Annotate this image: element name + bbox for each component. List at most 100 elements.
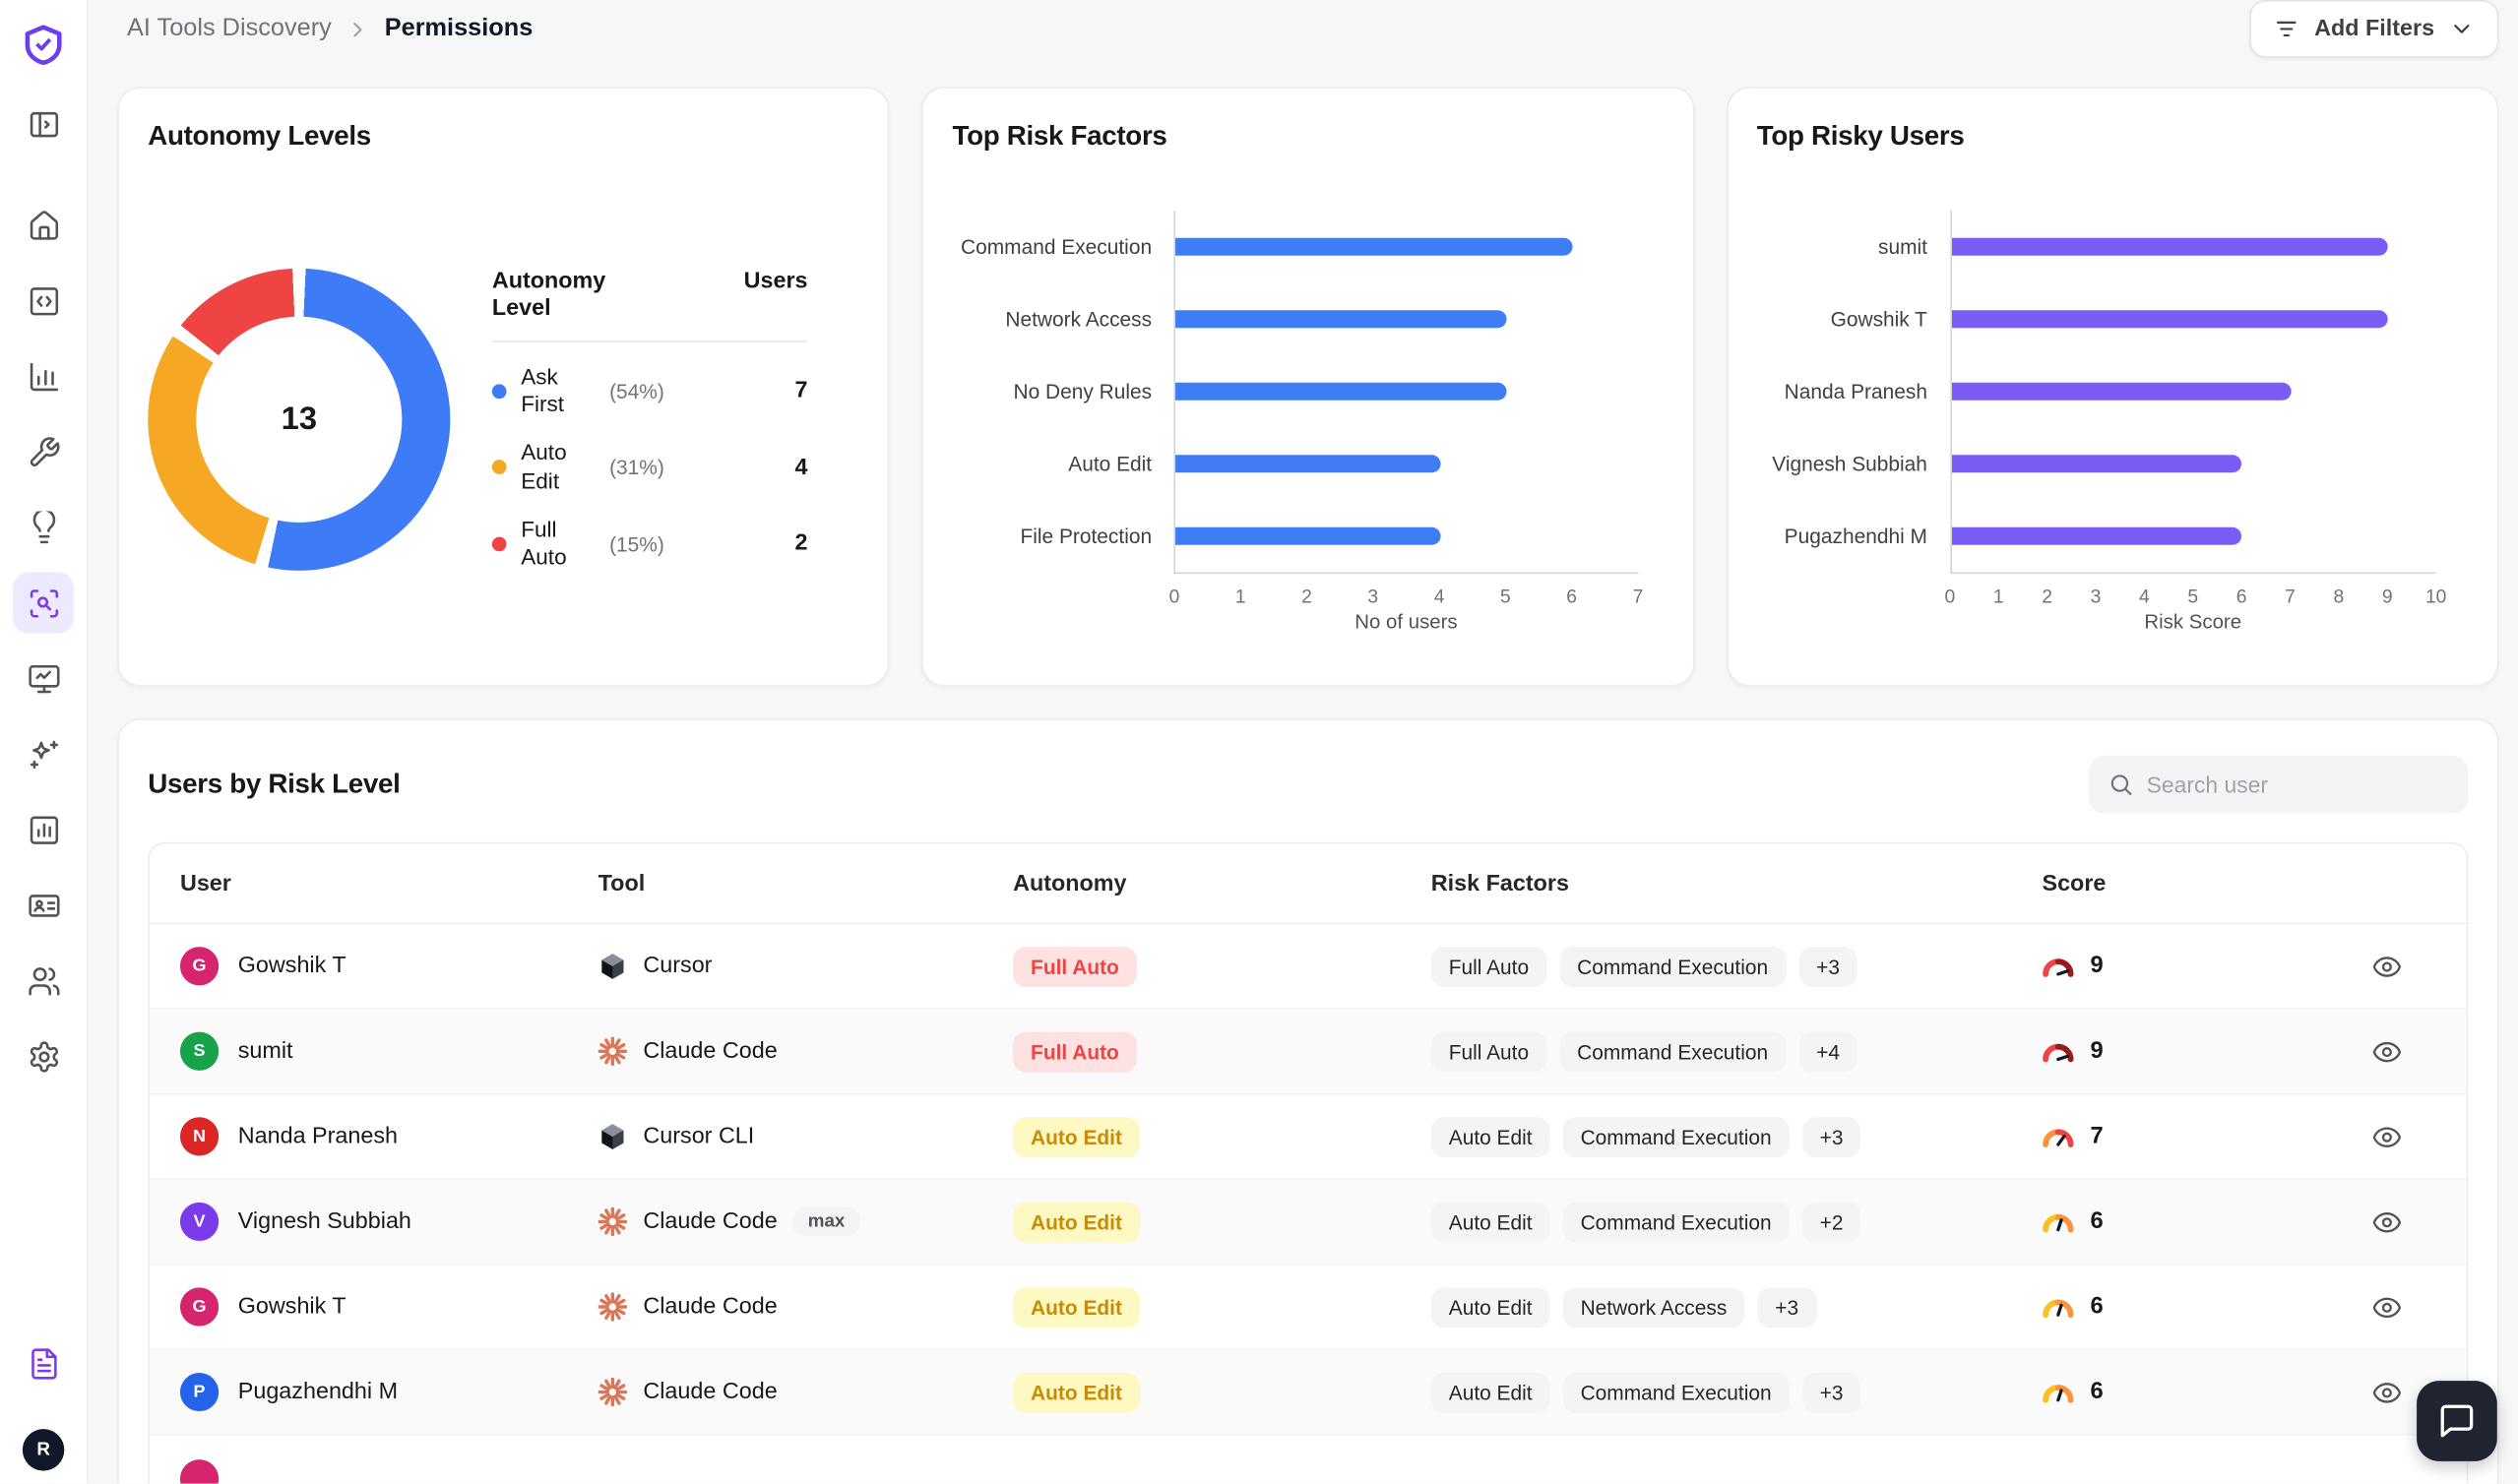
risk-factor-chip: +3 bbox=[1802, 1372, 1861, 1412]
sidebar-item-lightbulb[interactable] bbox=[13, 497, 74, 558]
top-risky-users-card: Top Risky Users sumitGowshik TNanda Pran… bbox=[1727, 87, 2499, 686]
view-details-button[interactable] bbox=[2371, 1036, 2402, 1067]
risk-factor-chip: +3 bbox=[1798, 946, 1857, 986]
legend-dot bbox=[492, 460, 507, 474]
table-card-header: Users by Risk Level bbox=[148, 746, 2468, 817]
donut-hole: 13 bbox=[196, 317, 402, 523]
bar-category-label: Nanda Pranesh bbox=[1757, 355, 1950, 428]
sidebar-item-document[interactable] bbox=[13, 1337, 74, 1398]
claude-icon bbox=[598, 1292, 627, 1321]
x-axis-label: No of users bbox=[1174, 607, 1638, 633]
code-icon bbox=[27, 283, 60, 317]
cursor-icon bbox=[598, 1122, 627, 1150]
column-header-risk-factors: Risk Factors bbox=[1431, 871, 2043, 897]
x-tick-label: 8 bbox=[2334, 586, 2345, 608]
sidebar-item-tools[interactable] bbox=[13, 421, 74, 482]
sidebar-item-settings[interactable] bbox=[13, 1025, 74, 1086]
column-header-score: Score bbox=[2042, 871, 2466, 897]
x-axis-ticks: 012345678910 bbox=[1950, 574, 2436, 607]
risk-factor-chip: Full Auto bbox=[1431, 1031, 1546, 1072]
table-row[interactable]: P Pugazhendhi M Claude Code Auto Edit Au… bbox=[150, 1350, 2467, 1436]
risk-factor-chip: +3 bbox=[1757, 1287, 1816, 1328]
x-tick-label: 9 bbox=[2382, 586, 2393, 608]
sidebar-item-scan-search[interactable] bbox=[13, 573, 74, 634]
search-user-input[interactable] bbox=[2147, 772, 2449, 797]
top-risk-factors-card: Top Risk Factors Command ExecutionNetwor… bbox=[922, 87, 1695, 686]
claude-icon bbox=[598, 1037, 627, 1066]
risk-factor-chip: Command Execution bbox=[1559, 1031, 1786, 1072]
legend-header: Autonomy LevelUsers bbox=[492, 269, 808, 342]
view-details-button[interactable] bbox=[2371, 1377, 2402, 1407]
sidebar-item-code[interactable] bbox=[13, 270, 74, 331]
avatar: P bbox=[180, 1373, 219, 1411]
app-logo[interactable] bbox=[21, 23, 66, 68]
chat-button[interactable] bbox=[2417, 1381, 2497, 1461]
risk-factor-chip: Command Execution bbox=[1559, 946, 1786, 986]
users-by-risk-title: Users by Risk Level bbox=[148, 769, 400, 801]
view-details-button[interactable] bbox=[2371, 1206, 2402, 1237]
x-tick-label: 1 bbox=[1235, 586, 1246, 608]
bar-plot: Command ExecutionNetwork AccessNo Deny R… bbox=[953, 211, 1665, 574]
legend-percent: (31%) bbox=[609, 455, 664, 479]
user-name: Gowshik T bbox=[238, 954, 346, 979]
filter-icon bbox=[2274, 16, 2299, 41]
gauge-icon bbox=[2042, 1039, 2075, 1064]
bar-track-area bbox=[1174, 211, 1638, 574]
legend-label: Ask First bbox=[521, 363, 595, 418]
sidebar-item-users[interactable] bbox=[13, 950, 74, 1011]
sidebar-item-chart-square[interactable] bbox=[13, 799, 74, 860]
x-tick-label: 2 bbox=[2042, 586, 2052, 608]
bar-plot: sumitGowshik TNanda PraneshVignesh Subbi… bbox=[1757, 211, 2469, 574]
user-name: Pugazhendhi M bbox=[238, 1380, 398, 1405]
table-row[interactable]: V Vignesh Subbiah Claude Code max Auto E… bbox=[150, 1180, 2467, 1266]
bar bbox=[1176, 238, 1572, 256]
x-tick-label: 0 bbox=[1169, 586, 1180, 608]
bar-category-label: Gowshik T bbox=[1757, 282, 1950, 355]
score-value: 6 bbox=[2090, 1294, 2103, 1320]
table-row[interactable]: S sumit Claude Code Full Auto Full AutoC… bbox=[150, 1010, 2467, 1095]
monitor-chart-icon bbox=[27, 661, 60, 695]
column-header-autonomy: Autonomy bbox=[1013, 871, 1431, 897]
risk-factors-bar-chart: Command ExecutionNetwork AccessNo Deny R… bbox=[953, 211, 1665, 634]
autonomy-levels-title: Autonomy Levels bbox=[148, 121, 859, 154]
legend-label: Auto Edit bbox=[521, 439, 595, 494]
view-details-button[interactable] bbox=[2371, 1121, 2402, 1151]
bar-track-area bbox=[1950, 211, 2436, 574]
table-row[interactable]: G Gowshik T Cursor Full Auto Full AutoCo… bbox=[150, 924, 2467, 1010]
breadcrumb-parent[interactable]: AI Tools Discovery bbox=[127, 15, 332, 43]
table-row[interactable]: G Gowshik T Claude Code Auto Edit Auto E… bbox=[150, 1266, 2467, 1351]
donut-total-value: 13 bbox=[282, 402, 317, 439]
sidebar-item-sparkles[interactable] bbox=[13, 723, 74, 784]
sidebar-item-monitor-chart[interactable] bbox=[13, 648, 74, 709]
x-tick-label: 4 bbox=[1434, 586, 1445, 608]
autonomy-levels-card: Autonomy Levels 13 Autonomy LevelUsers A… bbox=[117, 87, 890, 686]
x-tick-label: 6 bbox=[2236, 586, 2247, 608]
bar-category-label: No Deny Rules bbox=[953, 355, 1174, 428]
tools-icon bbox=[27, 435, 60, 468]
sidebar-item-chart-line[interactable] bbox=[13, 345, 74, 406]
risk-factor-chip: Auto Edit bbox=[1431, 1287, 1550, 1328]
sidebar-item-id-card[interactable] bbox=[13, 875, 74, 936]
users-by-risk-card: Users by Risk Level UserToolAutonomyRisk… bbox=[117, 718, 2498, 1484]
view-details-button[interactable] bbox=[2371, 1291, 2402, 1322]
user-avatar[interactable]: R bbox=[23, 1429, 64, 1470]
avatar: G bbox=[180, 947, 219, 985]
autonomy-pill: Auto Edit bbox=[1013, 1116, 1140, 1156]
view-details-button[interactable] bbox=[2371, 951, 2402, 981]
sidebar-nav bbox=[13, 93, 74, 1101]
avatar: V bbox=[180, 1203, 219, 1241]
table-row[interactable]: N Nanda Pranesh Cursor CLI Auto Edit Aut… bbox=[150, 1094, 2467, 1180]
autonomy-donut-area: 13 Autonomy LevelUsers Ask First (54%) 7… bbox=[148, 269, 859, 572]
sidebar-item-panel-toggle[interactable] bbox=[13, 93, 74, 155]
risk-factor-chip: +4 bbox=[1798, 1031, 1857, 1072]
top-risk-factors-title: Top Risk Factors bbox=[953, 121, 1665, 154]
sidebar-item-home[interactable] bbox=[13, 195, 74, 256]
x-tick-label: 5 bbox=[2187, 586, 2198, 608]
gauge-icon bbox=[2042, 1125, 2075, 1149]
table-row-partial[interactable] bbox=[150, 1436, 2467, 1484]
bar-category-label: Vignesh Subbiah bbox=[1757, 428, 1950, 501]
add-filters-button[interactable]: Add Filters bbox=[2250, 0, 2499, 58]
legend-label: Full Auto bbox=[521, 516, 595, 571]
cursor-icon bbox=[598, 952, 627, 980]
risk-factor-chip: Command Execution bbox=[1563, 1372, 1790, 1412]
